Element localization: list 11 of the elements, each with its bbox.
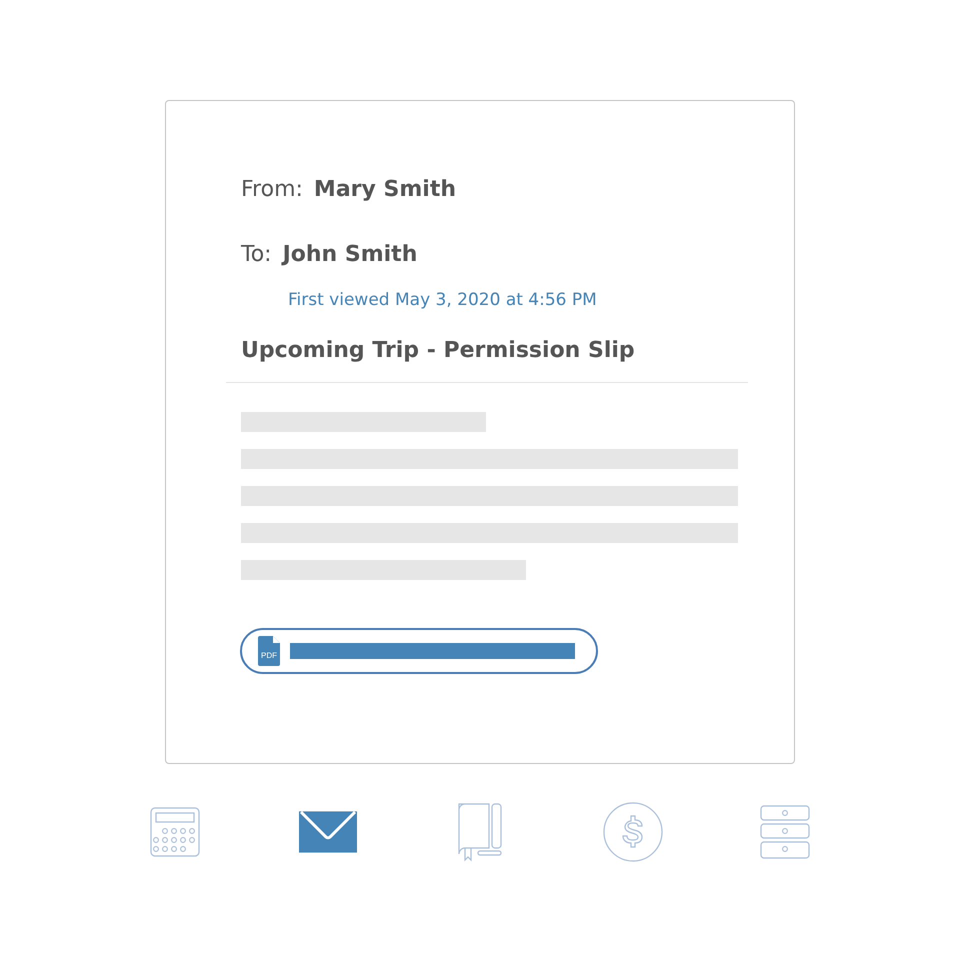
to-label: To: bbox=[241, 241, 272, 269]
sender-name: Mary Smith bbox=[314, 176, 456, 204]
viewed-timestamp: First viewed May 3, 2020 at 4:56 PM bbox=[288, 289, 597, 312]
calculator-icon[interactable] bbox=[149, 806, 201, 858]
dollar-coin-icon[interactable] bbox=[602, 802, 662, 862]
drawer-cabinet-icon[interactable] bbox=[760, 804, 810, 860]
recipient-name: John Smith bbox=[282, 241, 418, 269]
from-label: From: bbox=[241, 176, 303, 204]
subject-line: Upcoming Trip - Permission Slip bbox=[241, 337, 635, 365]
attachment-chip[interactable]: PDF bbox=[240, 628, 598, 674]
pdf-file-icon: PDF bbox=[258, 636, 280, 666]
